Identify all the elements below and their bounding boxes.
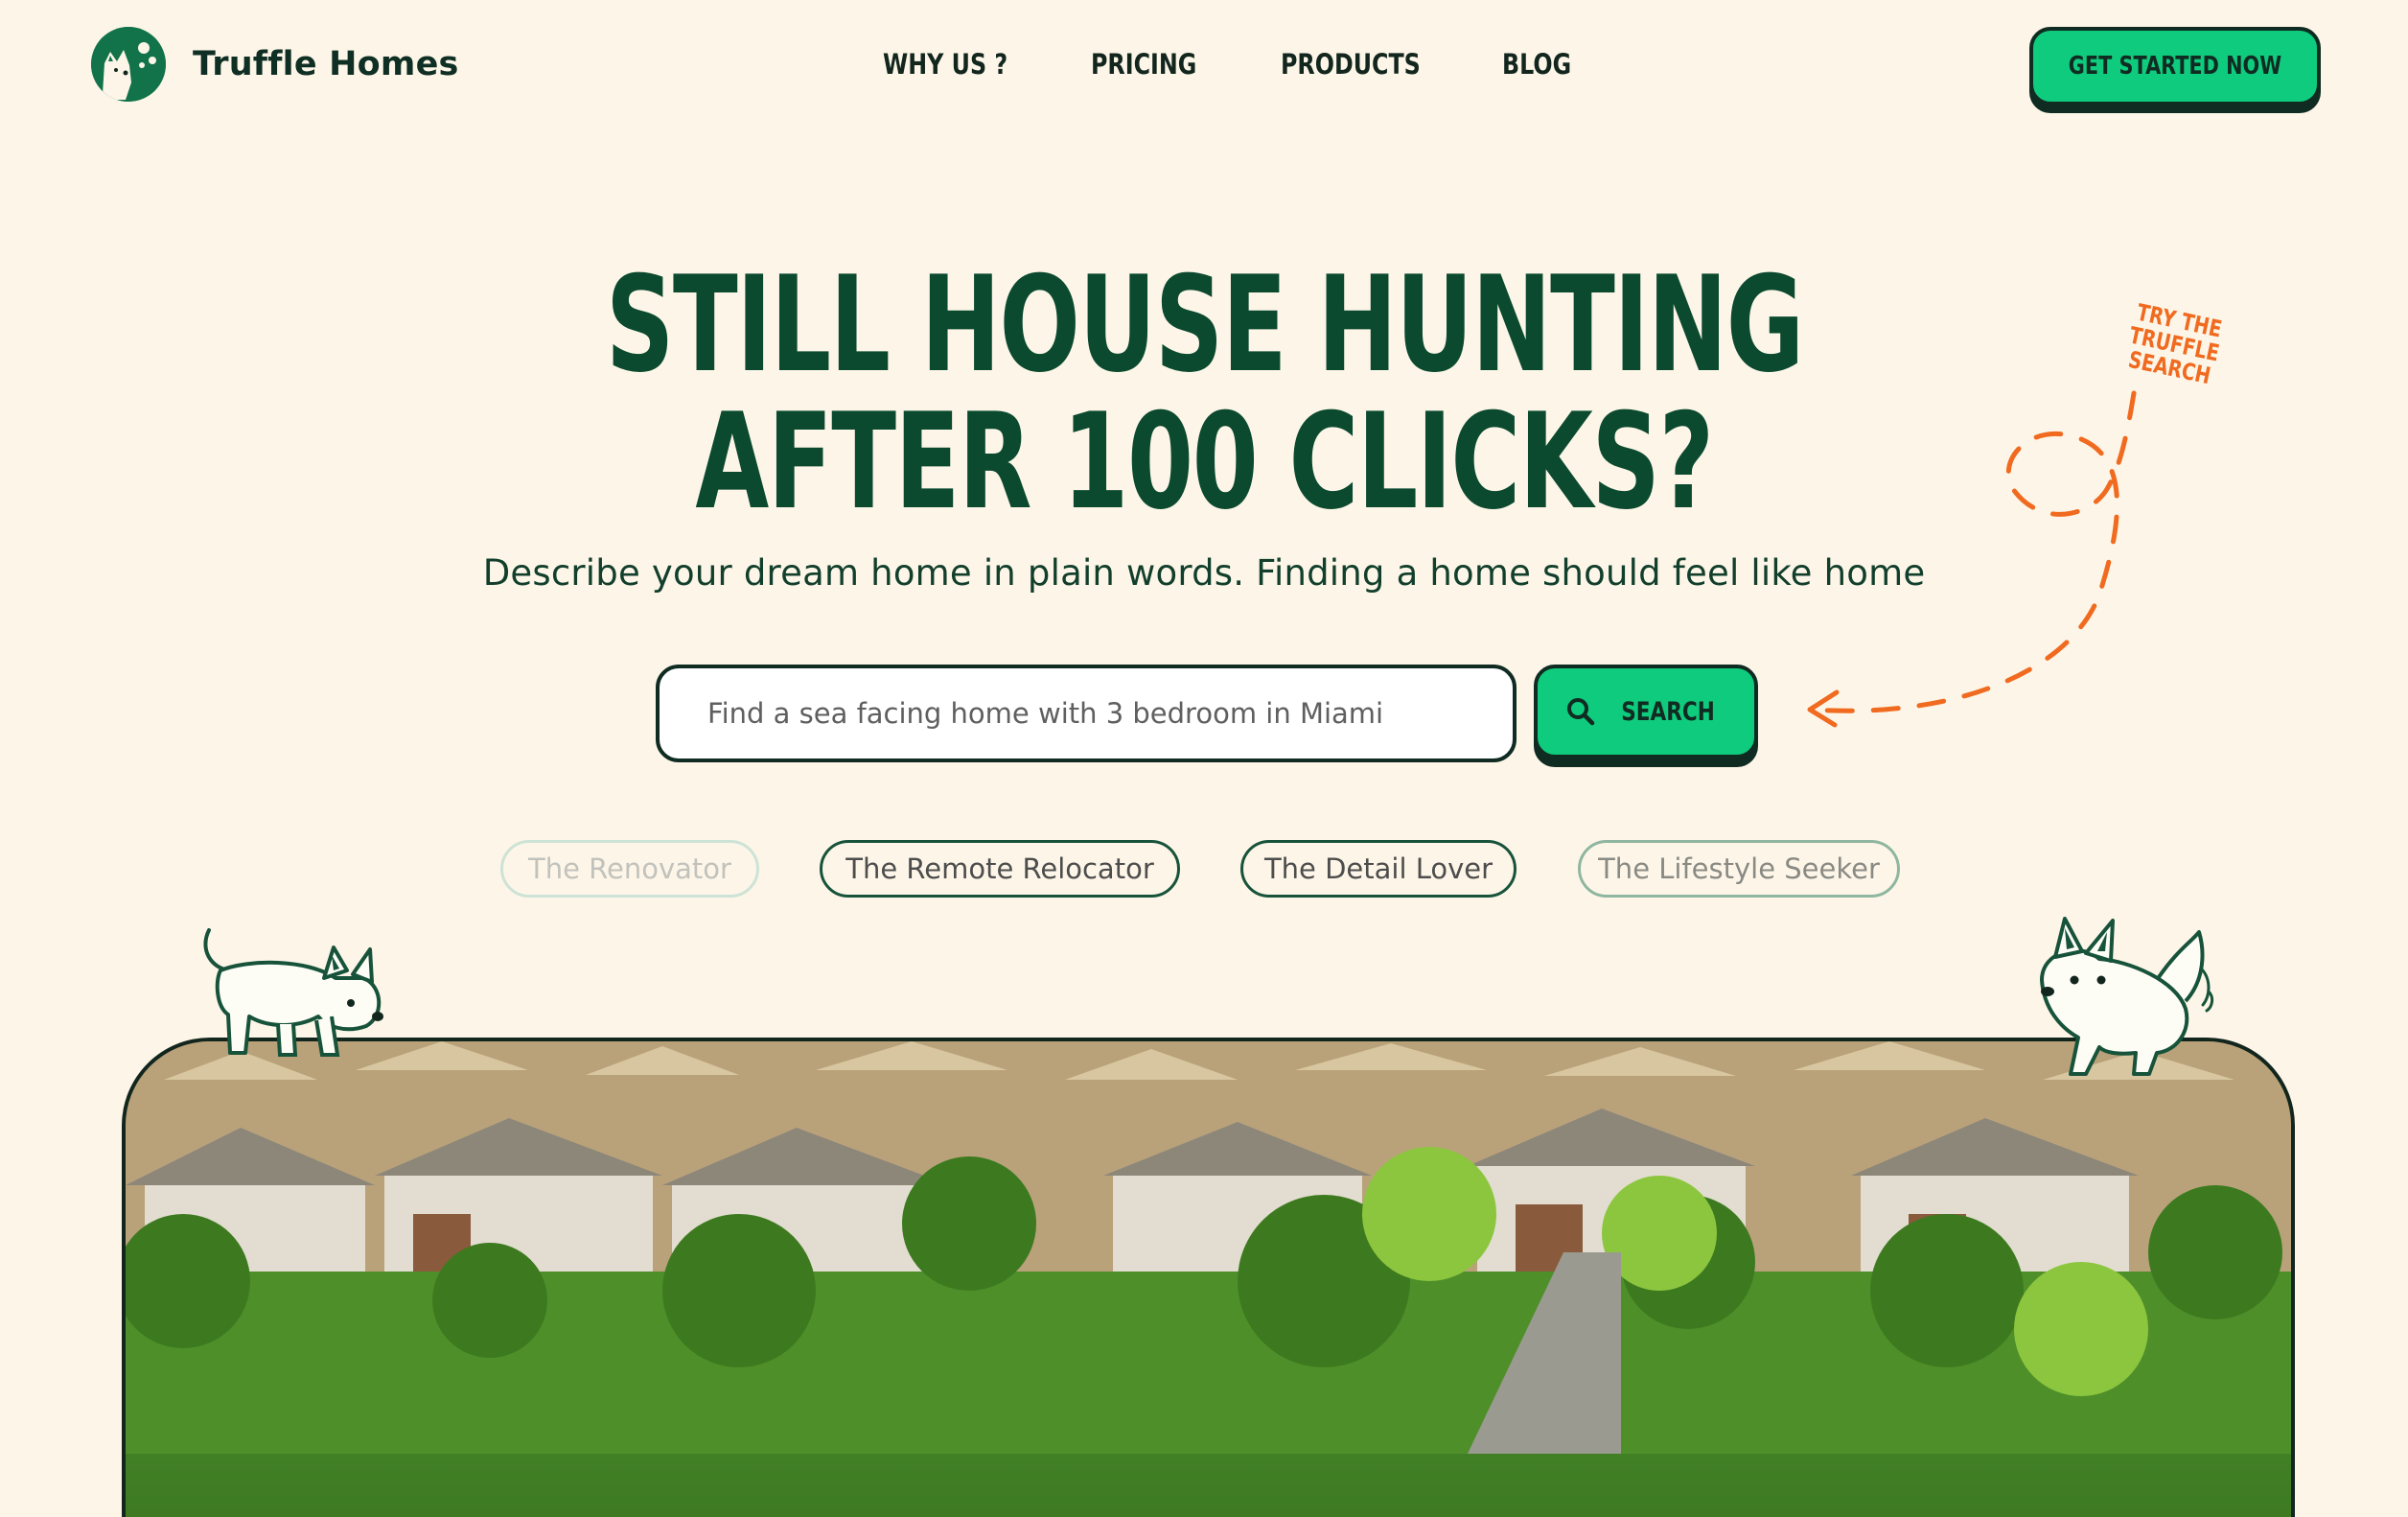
hero-neighborhood-photo [122,1038,2295,1517]
dog-mascot-icon [2040,917,2214,1076]
search-icon [1567,698,1595,726]
chip-label: The Detail Lover [1263,852,1493,885]
persona-chip-renovator[interactable]: The Renovator [500,840,759,898]
chip-label: The Lifestyle Seeker [1598,852,1880,885]
nav-label[interactable]: BLOG [1502,48,1571,81]
headline-text: AFTER 100 CLICKS? [695,385,1714,539]
nav-item-why-us[interactable]: WHY US ? [883,48,1045,81]
dog-mascot-icon [203,928,383,1057]
search-field[interactable] [656,665,1517,762]
search-button-label: SEARCH [1621,696,1715,727]
headline-text: STILL HOUSE HUNTING [605,247,1804,402]
nav-item-blog[interactable]: BLOG [1502,48,1596,81]
dog-logo-icon [91,27,166,102]
logo[interactable]: Truffle Homes [91,27,459,102]
persona-chip-detail-lover[interactable]: The Detail Lover [1240,840,1517,898]
get-started-label: GET STARTED NOW [2068,52,2282,81]
chip-label: The Remote Relocator [845,852,1154,885]
nav-label[interactable]: PRODUCTS [1281,48,1421,81]
dashed-arrow-icon [1807,390,2137,728]
chip-label: The Renovator [528,852,731,885]
search-input[interactable] [706,696,1476,731]
brand-name: Truffle Homes [193,45,459,83]
nav-item-pricing[interactable]: PRICING [1091,48,1230,81]
neighborhood-illustration [126,1041,2291,1454]
nav-label[interactable]: WHY US ? [883,48,1007,81]
nav-item-products[interactable]: PRODUCTS [1281,48,1461,81]
persona-chip-remote-relocator[interactable]: The Remote Relocator [820,840,1180,898]
nav-label[interactable]: PRICING [1091,48,1196,81]
get-started-button[interactable]: GET STARTED NOW [2029,27,2321,105]
persona-chip-lifestyle-seeker[interactable]: The Lifestyle Seeker [1578,840,1900,898]
search-button[interactable]: SEARCH [1534,665,1758,758]
hero-headline-line1: STILL HOUSE HUNTING [0,259,2408,391]
